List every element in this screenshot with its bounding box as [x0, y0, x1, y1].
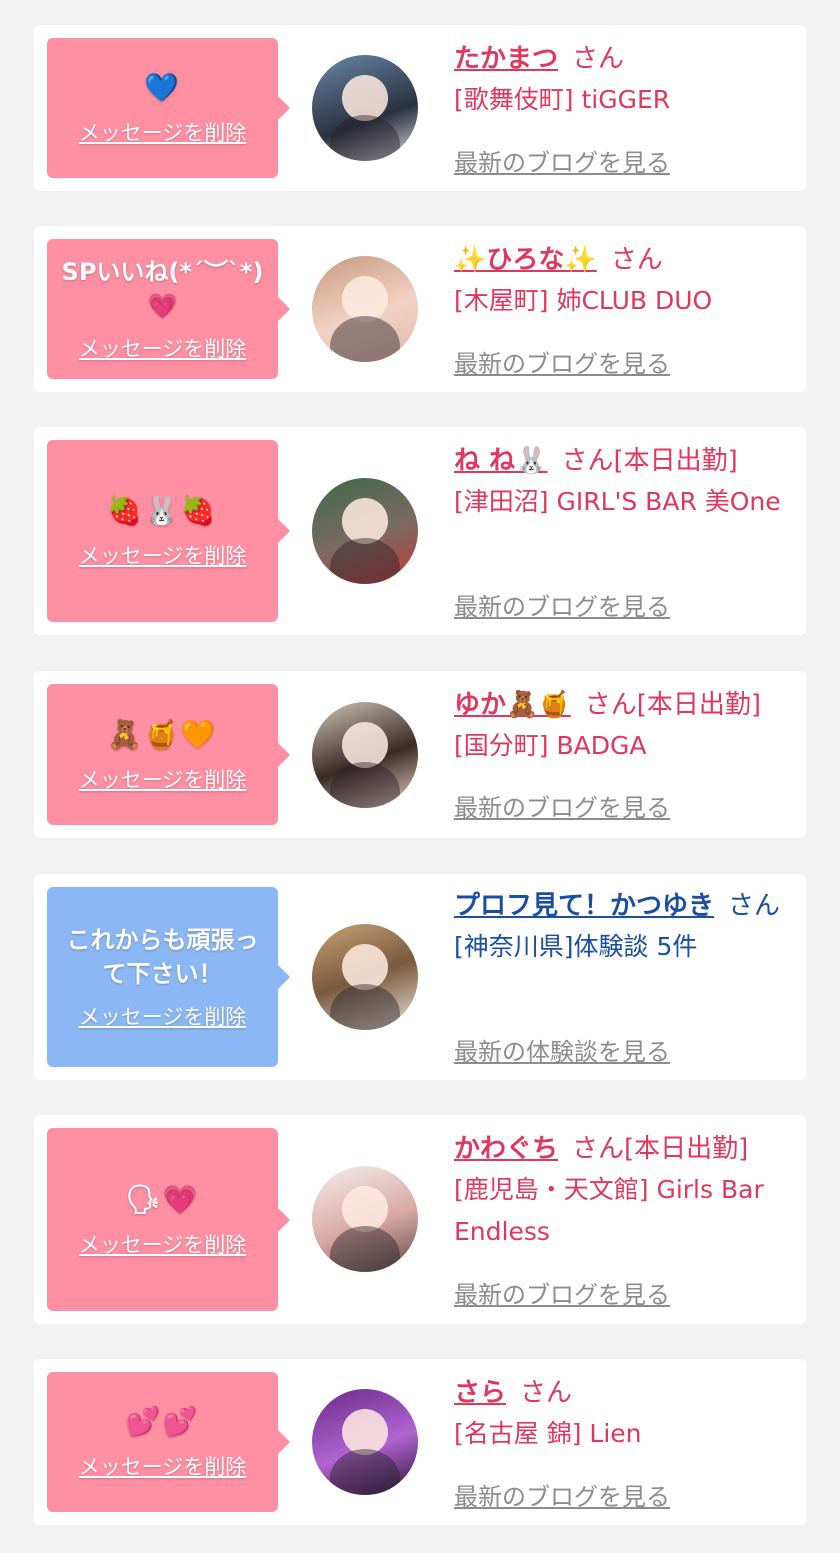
avatar[interactable]: [312, 256, 418, 362]
shop-label: [国分町] BADGA: [454, 731, 647, 760]
message-text: 🗣💗: [125, 1182, 200, 1216]
delete-message-link[interactable]: メッセージを削除: [79, 764, 247, 794]
sender-name-link[interactable]: ゆか🧸🍯: [454, 690, 571, 720]
attendance-badge: [本日出勤]: [636, 690, 762, 720]
sender-name-link[interactable]: さら: [454, 1378, 506, 1408]
shop-label: [鹿児島・天文館] Girls Bar Endless: [454, 1175, 764, 1246]
latest-blog-link[interactable]: 最新のブログを見る: [454, 1477, 670, 1512]
honorific: さん: [584, 690, 637, 720]
message-text: これからも頑張って下さい！: [66, 926, 259, 988]
message-text: 💙: [144, 71, 181, 104]
message-text: 💕💕: [125, 1405, 200, 1438]
delete-message-link[interactable]: メッセージを削除: [79, 117, 247, 147]
latest-blog-link[interactable]: 最新のブログを見る: [454, 788, 670, 823]
sender-name-link[interactable]: ✨ひろな✨: [454, 245, 597, 275]
sender-name-link[interactable]: ね ね🐰: [454, 446, 547, 476]
sender-name-link[interactable]: たかまつ: [454, 44, 558, 74]
shop-label: [木屋町] 姉CLUB DUO: [454, 286, 713, 315]
message-card: 🗣💗 メッセージを削除 かわぐち さん[本日出勤] [鹿児島・天文館] Girls…: [34, 1115, 806, 1324]
message-bubble: 🍓🐰🍓 メッセージを削除: [47, 440, 290, 622]
honorific: さん: [572, 1134, 625, 1164]
latest-blog-link[interactable]: 最新のブログを見る: [454, 1275, 670, 1310]
message-card: SPいいね(*´︶`*)💗 メッセージを削除 ✨ひろな✨ さん [木屋町] 姉CL…: [34, 226, 806, 392]
sender-info: かわぐち さん[本日出勤] [鹿児島・天文館] Girls Bar Endless: [454, 1129, 790, 1253]
delete-message-link[interactable]: メッセージを削除: [79, 1451, 247, 1481]
message-text: 🍓🐰🍓: [107, 494, 218, 527]
attendance-badge: [本日出勤]: [624, 1134, 749, 1164]
message-bubble: 💙 メッセージを削除: [47, 38, 290, 178]
latest-blog-link[interactable]: 最新のブログを見る: [454, 587, 670, 622]
message-card: 💙 メッセージを削除 たかまつ さん [歌舞伎町] tiGGER 最新のブログを見…: [34, 25, 806, 191]
message-card: 🍓🐰🍓 メッセージを削除 ね ね🐰 さん[本日出勤] [津田沼] GIRL'S B…: [34, 427, 806, 635]
shop-label: [津田沼] GIRL'S BAR 美One: [454, 487, 781, 516]
attendance-badge: [本日出勤]: [613, 446, 738, 476]
message-text: SPいいね(*´︶`*)💗: [61, 258, 264, 320]
sender-info: プロフ見て！かつゆき さん [神奈川県]体験談 5件: [454, 886, 790, 968]
avatar[interactable]: [312, 478, 418, 584]
honorific: さん: [610, 245, 663, 275]
sender-info: さら さん [名古屋 錦] Lien: [454, 1373, 790, 1455]
avatar[interactable]: [312, 55, 418, 161]
delete-message-link[interactable]: メッセージを削除: [79, 540, 247, 570]
latest-reviews-link[interactable]: 最新の体験談を見る: [454, 1032, 670, 1067]
honorific: さん: [572, 44, 625, 74]
sender-info: たかまつ さん [歌舞伎町] tiGGER: [454, 39, 790, 121]
delete-message-link[interactable]: メッセージを削除: [79, 1001, 247, 1031]
message-card: 💕💕 メッセージを削除 さら さん [名古屋 錦] Lien 最新のブログを見る: [34, 1359, 806, 1525]
honorific: さん: [728, 891, 781, 921]
delete-message-link[interactable]: メッセージを削除: [79, 1229, 247, 1259]
latest-blog-link[interactable]: 最新のブログを見る: [454, 143, 670, 178]
sender-info: ね ね🐰 さん[本日出勤] [津田沼] GIRL'S BAR 美One: [454, 441, 790, 523]
honorific: さん: [520, 1378, 573, 1408]
message-text: 🧸🍯🧡: [107, 717, 218, 751]
avatar[interactable]: [312, 702, 418, 808]
sender-name-link[interactable]: かわぐち: [454, 1134, 558, 1164]
latest-blog-link[interactable]: 最新のブログを見る: [454, 344, 670, 379]
message-bubble: 💕💕 メッセージを削除: [47, 1372, 290, 1512]
message-bubble: 🗣💗 メッセージを削除: [47, 1128, 290, 1311]
shop-label: [歌舞伎町] tiGGER: [454, 85, 671, 114]
shop-label: [神奈川県]体験談 5件: [454, 932, 698, 961]
message-card: 🧸🍯🧡 メッセージを削除 ゆか🧸🍯 さん[本日出勤] [国分町] BADGA 最新…: [34, 671, 806, 838]
message-bubble: SPいいね(*´︶`*)💗 メッセージを削除: [47, 239, 290, 379]
shop-label: [名古屋 錦] Lien: [454, 1419, 642, 1448]
honorific: さん: [561, 446, 614, 476]
avatar[interactable]: [312, 1389, 418, 1495]
sender-info: ✨ひろな✨ さん [木屋町] 姉CLUB DUO: [454, 240, 790, 322]
sender-name-link[interactable]: プロフ見て！かつゆき: [454, 891, 714, 921]
message-bubble: これからも頑張って下さい！ メッセージを削除: [47, 887, 290, 1067]
delete-message-link[interactable]: メッセージを削除: [79, 333, 247, 363]
avatar[interactable]: [312, 1166, 418, 1272]
message-bubble: 🧸🍯🧡 メッセージを削除: [47, 684, 290, 825]
avatar[interactable]: [312, 924, 418, 1030]
message-card: これからも頑張って下さい！ メッセージを削除 プロフ見て！かつゆき さん [神奈川…: [34, 874, 806, 1080]
sender-info: ゆか🧸🍯 さん[本日出勤] [国分町] BADGA: [454, 685, 790, 767]
